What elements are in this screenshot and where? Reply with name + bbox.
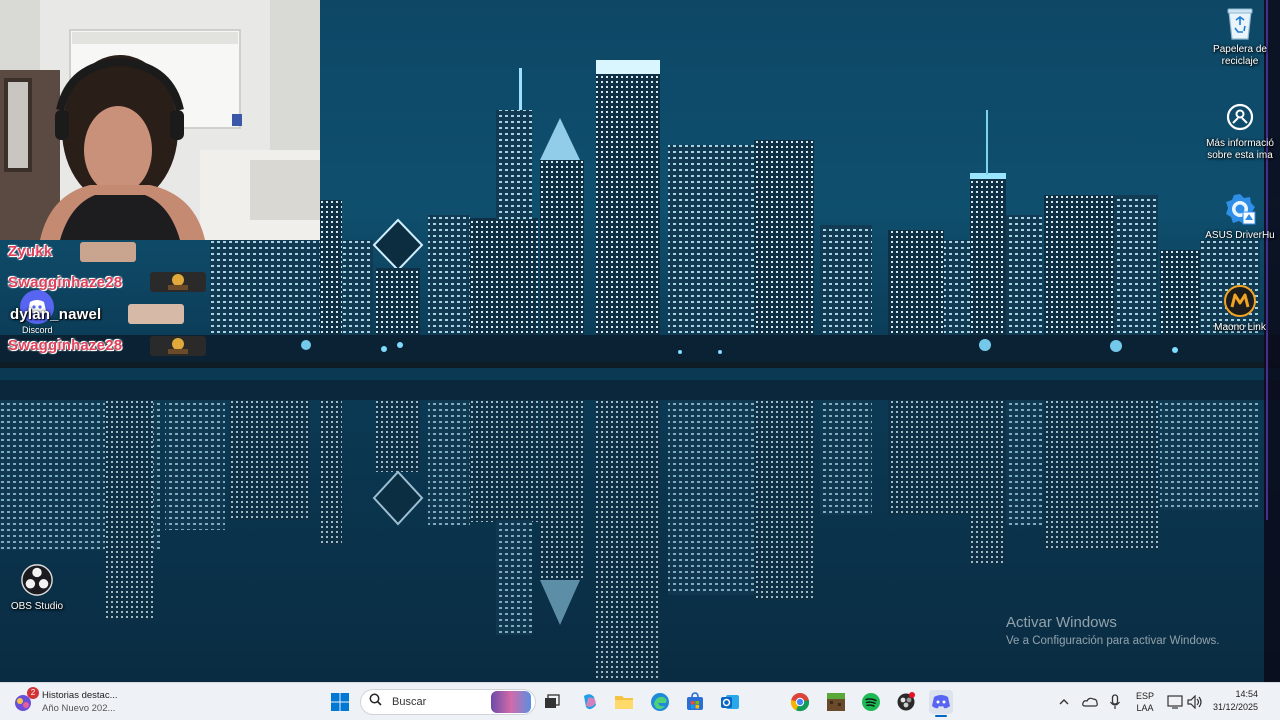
desktop-icon-spotlight[interactable]: Más informació sobre esta ima — [1200, 100, 1280, 162]
minecraft-icon[interactable] — [824, 690, 848, 714]
avatar — [150, 336, 206, 356]
system-clock[interactable]: 14:54 31/12/2025 — [1213, 688, 1258, 714]
avatar — [80, 242, 136, 262]
watermark-subtitle: Ve a Configuración para activar Windows. — [1006, 635, 1220, 647]
outlook-icon[interactable] — [718, 690, 742, 714]
desktop-icon-maono-link[interactable]: Maono Link — [1200, 284, 1280, 334]
news-subtitle: Año Nuevo 202... — [42, 703, 116, 714]
clock-time: 14:54 — [1235, 689, 1258, 699]
recycle-bin-icon — [1223, 6, 1257, 40]
webcam-overlay — [0, 0, 320, 240]
spotify-icon[interactable] — [859, 690, 883, 714]
language-code: ESP — [1135, 691, 1154, 701]
news-title: Historias destac... — [42, 690, 118, 701]
voice-member-name: dylan_nawel — [10, 305, 102, 323]
search-highlight-icon — [491, 691, 531, 713]
voice-member-name: Swagginhaze28 — [8, 273, 123, 291]
keyboard-layout: LAA — [1136, 703, 1154, 713]
active-indicator — [935, 715, 947, 717]
asus-driverhub-icon — [1223, 192, 1257, 226]
activate-windows-watermark: Activar Windows Ve a Configuración para … — [1006, 614, 1220, 649]
desktop-icon-recycle-bin[interactable]: Papelera de reciclaje — [1200, 6, 1280, 68]
clock-date: 31/12/2025 — [1212, 702, 1258, 712]
taskbar: 2 Historias destac... Año Nuevo 202... B… — [0, 682, 1280, 720]
voice-member-row: Zyukk — [8, 240, 52, 262]
file-explorer-icon[interactable] — [612, 690, 636, 714]
search-icon — [369, 693, 382, 711]
desktop-icon-obs-studio[interactable]: OBS Studio — [0, 563, 77, 613]
widgets-icon: 2 — [12, 687, 39, 713]
desktop-icon-asus-driverhub[interactable]: ASUS DriverHu — [1200, 192, 1280, 242]
maono-link-icon — [1223, 284, 1257, 318]
microphone-icon[interactable] — [1103, 690, 1127, 714]
avatar — [128, 304, 184, 324]
desktop-icon-label: ASUS DriverHu — [1205, 230, 1275, 241]
store-icon[interactable] — [683, 690, 707, 714]
davinci-icon[interactable] — [894, 690, 918, 714]
task-view-icon[interactable] — [540, 690, 564, 714]
taskbar-search-box[interactable]: Buscar — [360, 689, 536, 715]
watermark-title: Activar Windows — [1006, 614, 1117, 631]
desktop-icon-label: Papelera de reciclaje — [1213, 44, 1267, 67]
windows-start-icon[interactable] — [328, 690, 352, 714]
search-placeholder: Buscar — [392, 696, 427, 708]
voice-member-row: Swagginhaze28 — [8, 334, 122, 356]
news-badge: 2 — [27, 687, 39, 699]
copilot-icon[interactable] — [578, 690, 602, 714]
news-widget[interactable]: 2 Historias destac... Año Nuevo 202... — [12, 687, 118, 717]
edge-icon[interactable] — [648, 690, 672, 714]
onedrive-icon[interactable] — [1078, 690, 1102, 714]
chrome-icon[interactable] — [788, 690, 812, 714]
discord-taskbar-icon[interactable] — [929, 690, 953, 717]
voice-member-row: Swagginhaze28 — [8, 271, 122, 293]
volume-icon[interactable] — [1183, 690, 1207, 714]
camera-info-icon — [1223, 100, 1257, 134]
desktop-icon-label: OBS Studio — [10, 601, 64, 612]
discord-voice-overlay: Zyukk Swagginhaze28 dylan_nawel Discord … — [0, 240, 210, 360]
language-indicator[interactable]: ESP LAA — [1131, 690, 1159, 714]
voice-member-name: Zyukk — [8, 242, 53, 260]
obs-icon — [20, 563, 54, 597]
chevron-up-icon[interactable] — [1052, 690, 1076, 714]
desktop-icon-label: Maono Link — [1214, 322, 1266, 333]
voice-member-name: Swagginhaze28 — [8, 336, 123, 354]
desktop-icon-label: Más informació sobre esta ima — [1206, 138, 1274, 161]
voice-member-row: dylan_nawel — [10, 303, 101, 325]
avatar — [150, 272, 206, 292]
